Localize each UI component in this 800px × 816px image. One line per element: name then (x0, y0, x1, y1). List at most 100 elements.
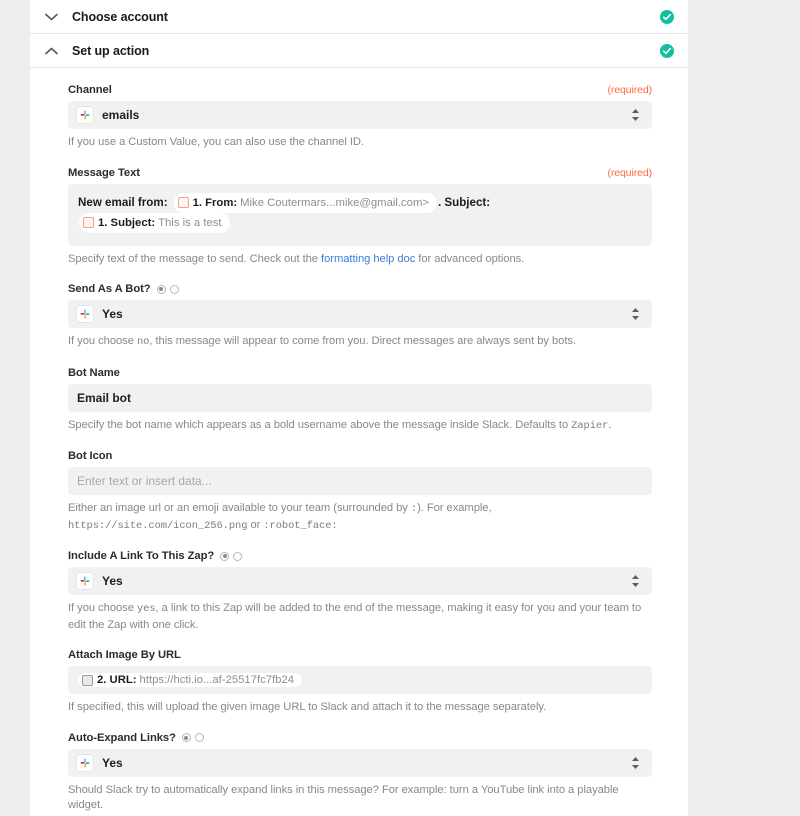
radio-custom-mode[interactable] (169, 284, 179, 294)
label-row: Send As A Bot? (68, 283, 652, 295)
help-auto-expand: Should Slack try to automatically expand… (68, 783, 619, 812)
field-bot-name: Bot Name Email bot Specify the bot name … (68, 367, 652, 435)
token-value: Mike Coutermars...mike@gmail.com> (240, 196, 429, 209)
action-form: Channel (required) emails If you use a C… (30, 68, 688, 816)
help-include-link: If you choose yes, a link to this Zap wi… (68, 601, 652, 633)
send-as-bot-select[interactable]: Yes (68, 300, 652, 328)
message-line: New email from: 1. From: Mike Coutermars… (78, 192, 642, 233)
field-include-link: Include A Link To This Zap? Yes If you c… (68, 550, 652, 633)
label-row: Attach Image By URL (68, 649, 652, 661)
bot-name-value: Email bot (77, 390, 132, 405)
help-text-before: Specify text of the message to send. Che… (68, 252, 322, 265)
table-icon (82, 674, 93, 686)
section-title: Choose account (72, 9, 168, 24)
channel-value: emails (102, 108, 140, 122)
required-marker: (required) (607, 166, 652, 179)
envelope-icon (177, 197, 189, 208)
stepper-arrows-icon[interactable] (631, 307, 640, 321)
mode-toggle-group[interactable] (220, 551, 243, 561)
field-label-include-link: Include A Link To This Zap? (68, 550, 215, 562)
help-mono: yes (136, 603, 156, 615)
field-label-bot-icon: Bot Icon (68, 450, 113, 462)
label-row: Auto-Expand Links? (68, 732, 652, 744)
help-text-before: If you choose (68, 335, 137, 347)
status-complete-icon (660, 43, 674, 58)
field-label-channel: Channel (68, 84, 112, 96)
help-mono: Zapier (571, 419, 609, 432)
field-send-as-bot: Send As A Bot? Yes If you choose no, thi… (68, 283, 652, 351)
field-label-send-as-bot: Send As A Bot? (68, 283, 151, 295)
help-channel: If you use a Custom Value, you can also … (68, 136, 364, 148)
message-text-editor[interactable]: New email from: 1. From: Mike Coutermars… (68, 183, 652, 246)
slack-icon (77, 107, 93, 123)
help-text-b: ). For example, (417, 502, 492, 514)
stepper-arrows-icon[interactable] (631, 756, 640, 770)
help-text-c: or (247, 518, 264, 531)
message-prefix: New email from: (78, 195, 168, 209)
field-label-bot-name: Bot Name (68, 366, 120, 379)
required-marker: (required) (607, 84, 652, 96)
radio-custom-mode[interactable] (233, 551, 243, 561)
help-text-after: . (608, 418, 612, 431)
label-row: Channel (required) (68, 84, 652, 96)
token-value: https://hcti.io...af-25517fc7fb24 (139, 674, 295, 686)
help-text-before: If you choose (68, 602, 137, 614)
radio-dropdown-mode[interactable] (220, 551, 230, 561)
mode-toggle-group[interactable] (181, 733, 204, 742)
data-token-from[interactable]: 1. From: Mike Coutermars...mike@gmail.co… (173, 192, 437, 213)
stepper-arrows-icon[interactable] (631, 574, 640, 588)
help-text-before: Specify the bot name which appears as a … (68, 418, 572, 431)
mode-toggle-group[interactable] (156, 284, 179, 294)
radio-custom-mode[interactable] (194, 733, 204, 742)
include-link-value: Yes (102, 574, 123, 588)
data-token-subject[interactable]: 1. Subject: This is a test (79, 212, 230, 233)
help-mono-c: :robot_face: (263, 519, 338, 532)
data-token-url[interactable]: 2. URL: https://hcti.io...af-25517fc7fb2… (78, 673, 303, 687)
help-text-a: Either an image url or an emoji availabl… (68, 502, 411, 514)
bot-name-input[interactable]: Email bot (68, 383, 652, 412)
section-title: Set up action (72, 43, 150, 58)
label-row: Message Text (required) (68, 167, 652, 179)
bot-icon-placeholder: Enter text or insert data... (77, 474, 212, 488)
label-row: Bot Icon (68, 450, 652, 462)
field-label-message-text: Message Text (68, 166, 140, 179)
message-separator: . Subject: (437, 195, 491, 209)
help-bot-name: Specify the bot name which appears as a … (68, 418, 652, 435)
chevron-down-icon[interactable] (40, 6, 62, 28)
field-attach-image: Attach Image By URL 2. URL: https://hcti… (68, 649, 652, 716)
slack-icon (77, 306, 93, 322)
bot-icon-input[interactable]: Enter text or insert data... (68, 467, 652, 495)
field-auto-expand: Auto-Expand Links? Yes Should Slack try … (68, 732, 652, 814)
include-link-select[interactable]: Yes (68, 567, 652, 595)
app-window: Choose account Set up action Channel (re… (0, 0, 800, 816)
help-mono: no (136, 336, 150, 348)
help-bot-icon: Either an image url or an emoji availabl… (68, 501, 652, 534)
help-text-after: for advanced options. (415, 252, 525, 265)
label-row: Bot Name (68, 367, 652, 379)
help-mono-b: https://site.com/icon_256.png (68, 519, 248, 532)
envelope-icon (83, 217, 94, 228)
field-label-auto-expand: Auto-Expand Links? (68, 731, 176, 744)
token-key: 2. URL: (97, 674, 137, 686)
help-attach-image: If specified, this will upload the given… (68, 701, 547, 713)
chevron-up-icon[interactable] (40, 40, 62, 62)
action-setup-card: Choose account Set up action Channel (re… (30, 0, 688, 816)
field-bot-icon: Bot Icon Enter text or insert data... Ei… (68, 450, 652, 534)
help-send-as-bot: If you choose no, this message will appe… (68, 334, 652, 351)
help-message-text: Specify text of the message to send. Che… (68, 252, 652, 268)
token-key: 1. From: (192, 196, 238, 209)
field-label-attach-image: Attach Image By URL (68, 649, 181, 661)
channel-select[interactable]: emails (68, 101, 652, 129)
radio-dropdown-mode[interactable] (156, 284, 166, 294)
section-header-set-up-action[interactable]: Set up action (30, 34, 688, 68)
radio-dropdown-mode[interactable] (181, 733, 191, 742)
section-header-choose-account[interactable]: Choose account (30, 0, 688, 34)
label-row: Include A Link To This Zap? (68, 550, 652, 562)
token-key: 1. Subject: (98, 216, 156, 229)
auto-expand-value: Yes (102, 755, 123, 770)
attach-image-input[interactable]: 2. URL: https://hcti.io...af-25517fc7fb2… (68, 666, 652, 694)
stepper-arrows-icon[interactable] (631, 108, 640, 122)
auto-expand-select[interactable]: Yes (68, 748, 652, 777)
slack-icon (77, 754, 93, 771)
formatting-help-doc-link[interactable]: formatting help doc (321, 253, 415, 265)
